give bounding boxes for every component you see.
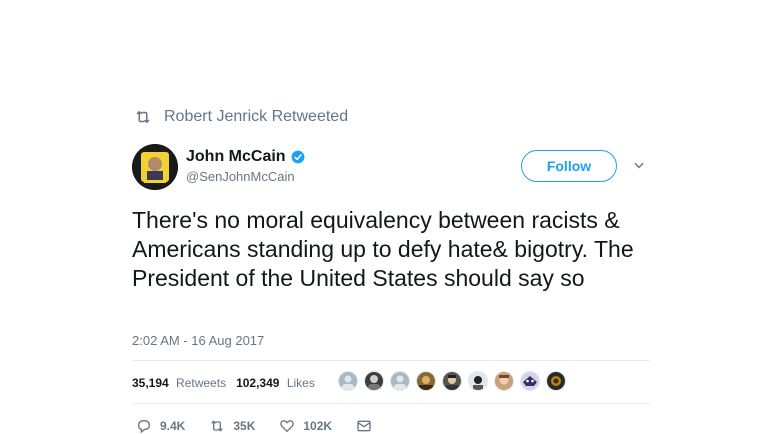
liker-avatar[interactable] xyxy=(546,371,566,391)
liker-avatar[interactable] xyxy=(468,371,488,391)
tweet-header: John McCain @SenJohnMcCain Follow xyxy=(132,144,652,194)
retweet-context: Robert Jenrick Retweeted xyxy=(134,108,348,126)
likers-avatars xyxy=(338,371,572,391)
retweet-count: 35K xyxy=(233,419,256,433)
verified-badge-icon xyxy=(291,150,304,164)
tweet-text: There's no moral equivalency between rac… xyxy=(132,207,634,291)
retweets-stat[interactable]: 35,194 Retweets xyxy=(132,376,226,390)
liker-avatar[interactable] xyxy=(390,371,410,391)
likes-count: 102,349 xyxy=(236,376,280,390)
retweet-context-label[interactable]: Robert Jenrick Retweeted xyxy=(164,108,348,126)
author-handle[interactable]: @SenJohnMcCain xyxy=(186,169,295,184)
tweet-stats: 35,194 Retweets 102,349 Likes xyxy=(132,372,325,394)
liker-avatar[interactable] xyxy=(494,371,514,391)
retweets-label: Retweets xyxy=(176,376,227,390)
liker-avatar[interactable] xyxy=(416,371,436,391)
retweets-count: 35,194 xyxy=(132,376,169,390)
liker-avatar[interactable] xyxy=(364,371,384,391)
tweet-timestamp[interactable]: 2:02 AM - 16 Aug 2017 xyxy=(132,333,264,348)
liker-avatar[interactable] xyxy=(442,371,462,391)
likes-label: Likes xyxy=(286,376,315,390)
chevron-down-icon[interactable] xyxy=(632,158,646,172)
author-name[interactable]: John McCain xyxy=(186,148,286,166)
divider xyxy=(132,403,650,404)
divider xyxy=(132,360,650,361)
author-name-row: John McCain xyxy=(186,148,305,166)
likes-stat[interactable]: 102,349 Likes xyxy=(236,376,315,390)
like-count: 102K xyxy=(303,419,333,433)
liker-avatar[interactable] xyxy=(520,371,540,391)
liker-avatar[interactable] xyxy=(338,371,358,391)
avatar[interactable] xyxy=(132,144,178,190)
retweet-icon xyxy=(136,110,150,124)
reply-count: 9.4K xyxy=(160,419,186,433)
follow-button[interactable]: Follow xyxy=(521,150,617,182)
